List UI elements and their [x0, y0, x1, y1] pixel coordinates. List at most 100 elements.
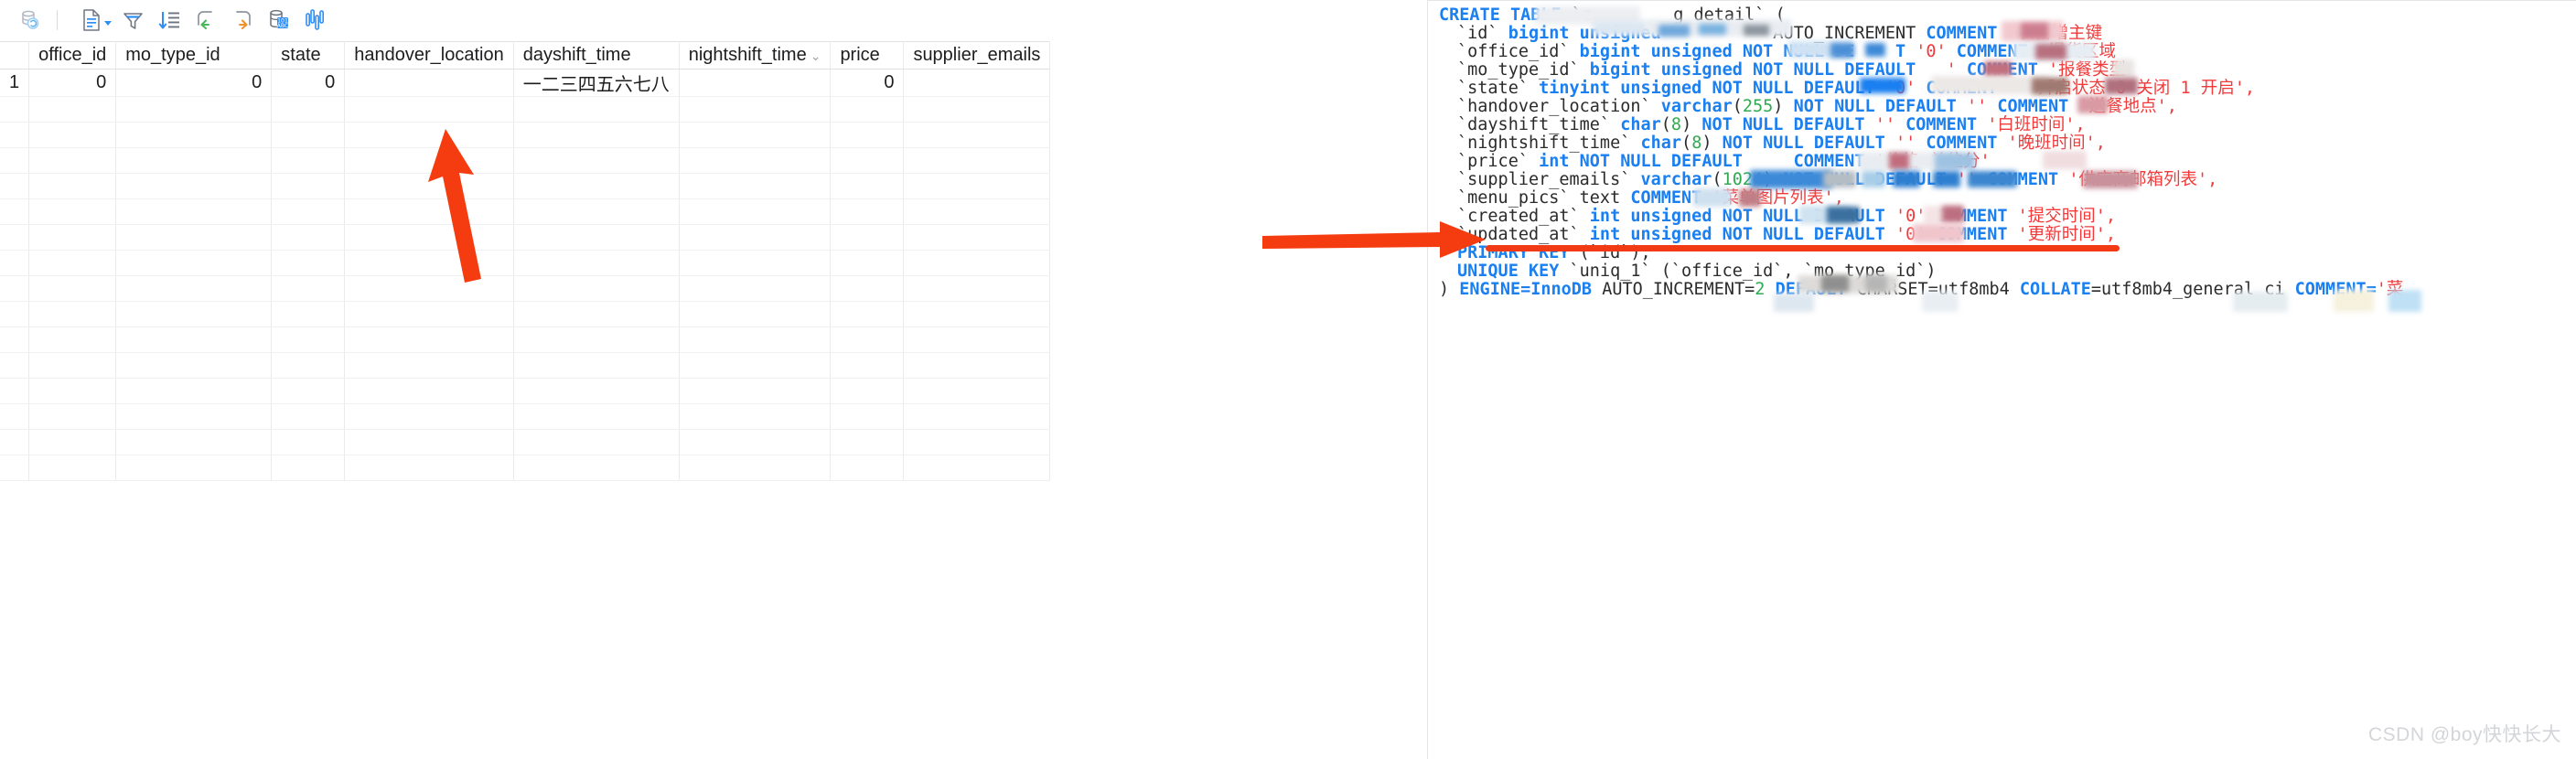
column-header-dayshift_time[interactable]: dayshift_time: [513, 41, 680, 69]
cell-empty[interactable]: [115, 122, 273, 148]
column-header-office_id[interactable]: office_id: [28, 41, 117, 69]
cell-empty[interactable]: [513, 378, 680, 404]
cell-empty[interactable]: [513, 250, 680, 276]
cell-empty[interactable]: [679, 173, 832, 199]
cell-empty[interactable]: [903, 301, 1051, 327]
cell-empty[interactable]: [903, 454, 1051, 481]
cell-empty[interactable]: [271, 301, 346, 327]
cell-empty[interactable]: [28, 352, 117, 379]
cell-empty[interactable]: [28, 198, 117, 225]
table-row-empty[interactable]: [0, 96, 1051, 123]
table-row-empty[interactable]: [0, 301, 1051, 327]
cell-handover_location[interactable]: [344, 69, 514, 97]
document-dropdown-icon[interactable]: [78, 5, 114, 36]
cell-empty[interactable]: [679, 326, 832, 353]
cell-empty[interactable]: [344, 378, 514, 404]
cell-empty[interactable]: [830, 173, 905, 199]
cell-empty[interactable]: [28, 96, 117, 123]
table-row-empty[interactable]: [0, 275, 1051, 302]
cell-empty[interactable]: [679, 275, 832, 302]
cell-empty[interactable]: [830, 326, 905, 353]
cell-empty[interactable]: [513, 198, 680, 225]
filter-icon[interactable]: [114, 5, 151, 36]
cell-empty[interactable]: [903, 250, 1051, 276]
cell-empty[interactable]: [271, 403, 346, 430]
cell-empty[interactable]: [903, 173, 1051, 199]
cell-empty[interactable]: [830, 301, 905, 327]
cell-empty[interactable]: [830, 198, 905, 225]
column-header-mo_type_id[interactable]: mo_type_id: [115, 41, 273, 69]
cell-empty[interactable]: [513, 122, 680, 148]
cell-empty[interactable]: [28, 275, 117, 302]
sql-line[interactable]: UNIQUE KEY `uniq_1` (`office_id`, `mo_ty…: [1428, 262, 2576, 281]
cell-empty[interactable]: [28, 454, 117, 481]
cell-empty[interactable]: [513, 301, 680, 327]
cell-empty[interactable]: [344, 301, 514, 327]
cell-empty[interactable]: [344, 275, 514, 302]
cell-mo_type_id[interactable]: 0: [115, 69, 273, 97]
sql-line[interactable]: `state` tinyint unsigned NOT NULL DEFAUL…: [1428, 80, 2576, 98]
cell-empty[interactable]: [830, 147, 905, 174]
cell-empty[interactable]: [513, 275, 680, 302]
cell-empty[interactable]: [28, 403, 117, 430]
cell-empty[interactable]: [115, 454, 273, 481]
sql-code-block[interactable]: CREATE TABLE `c g_detail` (`id` bigint u…: [1428, 6, 2576, 299]
cell-empty[interactable]: [115, 96, 273, 123]
cell-empty[interactable]: [271, 147, 346, 174]
cell-empty[interactable]: [344, 429, 514, 455]
chevron-down-icon[interactable]: ⌄: [810, 49, 821, 62]
cell-empty[interactable]: [271, 454, 346, 481]
cell-empty[interactable]: [679, 352, 832, 379]
redo-icon[interactable]: [224, 5, 261, 36]
cell-empty[interactable]: [830, 378, 905, 404]
cell-empty[interactable]: [513, 403, 680, 430]
cell-empty[interactable]: [903, 403, 1051, 430]
sql-line[interactable]: `handover_location` varchar(255) NOT NUL…: [1428, 98, 2576, 116]
cell-empty[interactable]: [344, 454, 514, 481]
column-header-supplier_emails[interactable]: supplier_emails: [903, 41, 1051, 69]
cell-empty[interactable]: [28, 147, 117, 174]
chart-bars-icon[interactable]: [297, 5, 334, 36]
cell-empty[interactable]: [271, 198, 346, 225]
cell-empty[interactable]: [679, 378, 832, 404]
cell-state[interactable]: 0: [271, 69, 346, 97]
cell-empty[interactable]: [28, 173, 117, 199]
cell-empty[interactable]: [271, 96, 346, 123]
cell-empty[interactable]: [903, 275, 1051, 302]
cell-empty[interactable]: [28, 378, 117, 404]
cell-empty[interactable]: [271, 352, 346, 379]
cell-empty[interactable]: [271, 429, 346, 455]
cell-empty[interactable]: [271, 250, 346, 276]
cell-empty[interactable]: [271, 326, 346, 353]
cell-empty[interactable]: [679, 403, 832, 430]
cell-empty[interactable]: [28, 429, 117, 455]
database-text-icon[interactable]: 101 ABC: [261, 5, 297, 36]
cell-empty[interactable]: [903, 378, 1051, 404]
cell-empty[interactable]: [903, 147, 1051, 174]
cell-office_id[interactable]: 0: [28, 69, 117, 97]
cell-empty[interactable]: [679, 454, 832, 481]
cell-empty[interactable]: [830, 96, 905, 123]
table-row-empty[interactable]: [0, 224, 1051, 251]
sql-line[interactable]: CREATE TABLE `c g_detail` (: [1428, 6, 2576, 25]
result-grid[interactable]: office_id mo_type_id state handover_locatio…: [0, 41, 1427, 759]
sql-line[interactable]: `mo_type_id` bigint unsigned NOT NULL DE…: [1428, 61, 2576, 80]
table-row-empty[interactable]: [0, 378, 1051, 404]
cell-empty[interactable]: [115, 198, 273, 225]
cell-empty[interactable]: [679, 147, 832, 174]
cell-empty[interactable]: [903, 96, 1051, 123]
cell-empty[interactable]: [28, 326, 117, 353]
table-row-empty[interactable]: [0, 403, 1051, 430]
cell-empty[interactable]: [115, 147, 273, 174]
sql-line[interactable]: `office_id` bigint unsigned NOT NULL DE …: [1428, 43, 2576, 61]
cell-empty[interactable]: [513, 352, 680, 379]
cell-empty[interactable]: [28, 250, 117, 276]
table-row-empty[interactable]: [0, 173, 1051, 199]
cell-empty[interactable]: [903, 122, 1051, 148]
cell-empty[interactable]: [903, 352, 1051, 379]
cell-empty[interactable]: [115, 275, 273, 302]
table-row-empty[interactable]: [0, 122, 1051, 148]
table-row-empty[interactable]: [0, 147, 1051, 174]
cell-empty[interactable]: [830, 454, 905, 481]
cell-nightshift_time[interactable]: [679, 69, 832, 97]
